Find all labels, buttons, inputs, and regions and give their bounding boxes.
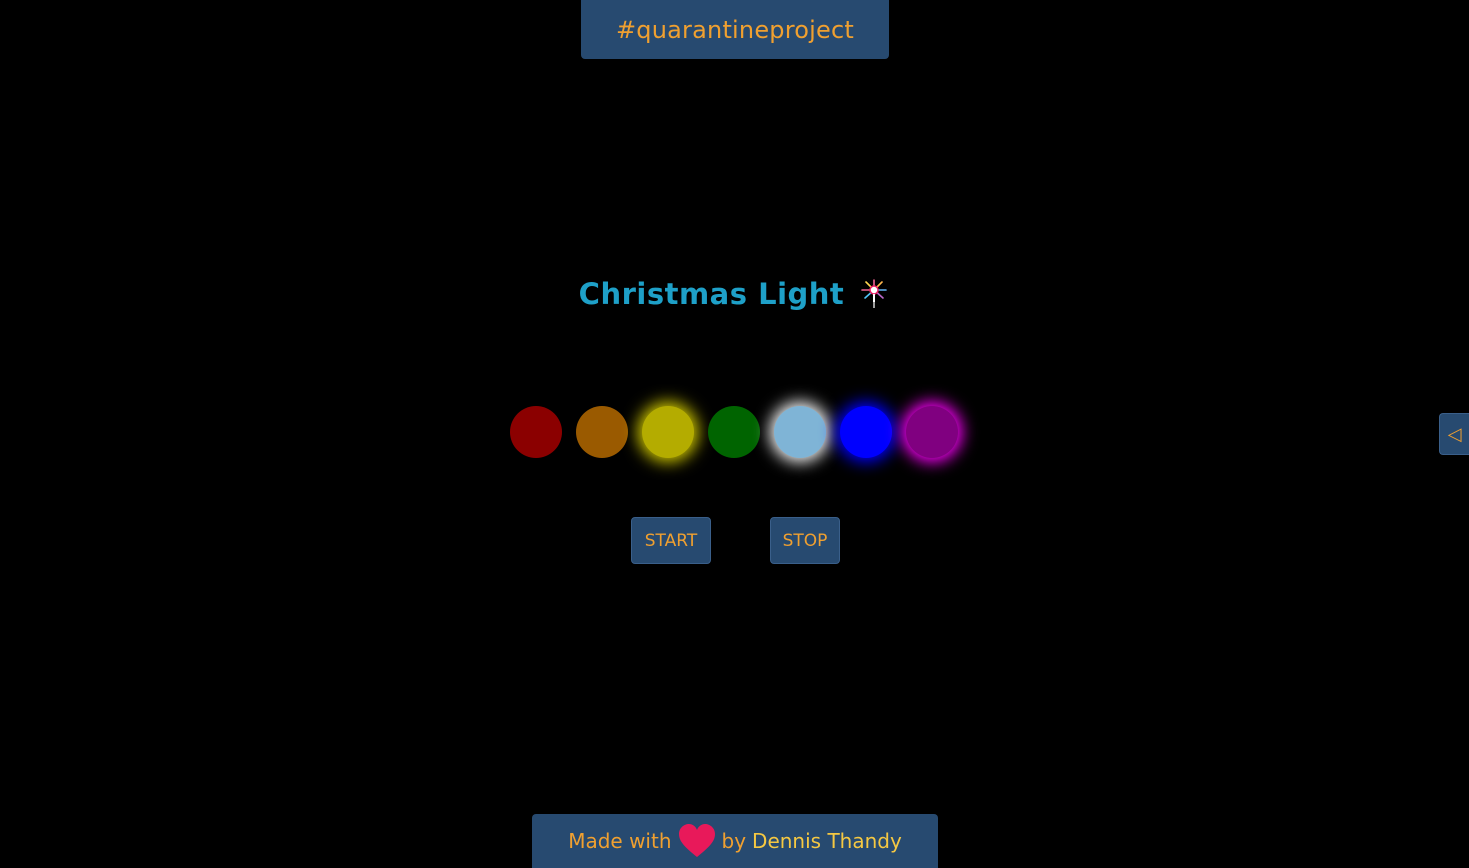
footer: Made with by Dennis Thandy (532, 814, 938, 868)
lights-row (0, 406, 1469, 458)
light-bulb-yellow (642, 406, 694, 458)
page-title: Christmas Light (578, 277, 845, 311)
heart-icon (678, 824, 716, 858)
light-bulb-purple (906, 406, 958, 458)
side-panel-toggle[interactable]: ◁ (1439, 413, 1469, 455)
light-bulb-orange (576, 406, 628, 458)
light-bulb-red (510, 406, 562, 458)
sparkler-icon (858, 278, 890, 310)
light-bulb-blue (840, 406, 892, 458)
hashtag-banner: #quarantineproject (581, 0, 889, 59)
triangle-left-icon: ◁ (1447, 423, 1462, 445)
footer-author[interactable]: Dennis Thandy (752, 829, 902, 853)
title-row: Christmas Light (0, 272, 1469, 316)
light-bulb-green (708, 406, 760, 458)
light-bulb-light-blue (774, 406, 826, 458)
hashtag-text: #quarantineproject (616, 15, 854, 44)
page: #quarantineproject Christmas Light START… (0, 0, 1469, 868)
footer-by: by (721, 829, 747, 853)
start-button[interactable]: START (631, 517, 711, 564)
footer-made-with: Made with (568, 829, 672, 853)
stop-button[interactable]: STOP (770, 517, 840, 564)
